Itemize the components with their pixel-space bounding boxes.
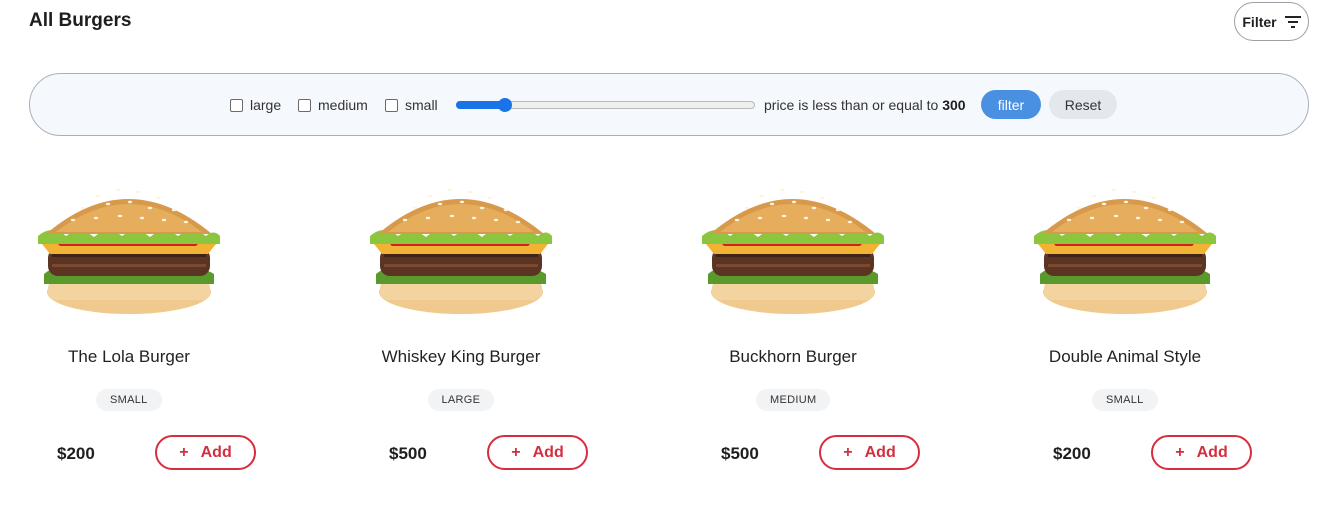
product-card: The Lola Burger SMALL $200 + Add (29, 170, 329, 480)
burger-icon (370, 174, 552, 320)
product-card: Double Animal Style SMALL $200 + Add (1025, 170, 1325, 480)
apply-filter-button[interactable]: filter (981, 90, 1041, 119)
slider-thumb[interactable] (498, 98, 512, 112)
price-slider[interactable] (456, 98, 755, 112)
add-button-label: Add (200, 443, 232, 461)
size-badge: SMALL (1092, 389, 1158, 411)
size-checkbox-medium[interactable]: medium (298, 97, 368, 113)
price-filter-label: price is less than or equal to (764, 97, 939, 113)
size-badge: SMALL (96, 389, 162, 411)
size-checkbox-large[interactable]: large (230, 97, 281, 113)
add-to-cart-button[interactable]: + Add (487, 435, 588, 470)
reset-filter-button[interactable]: Reset (1049, 90, 1117, 119)
add-to-cart-button[interactable]: + Add (155, 435, 256, 470)
price-filter-text: price is less than or equal to 300 (764, 97, 966, 113)
add-to-cart-button[interactable]: + Add (819, 435, 920, 470)
size-badge: LARGE (427, 389, 495, 411)
burger-icon (38, 174, 220, 320)
checkbox-box[interactable] (385, 98, 398, 112)
plus-icon: + (179, 443, 189, 461)
filter-toggle-button[interactable]: Filter (1234, 2, 1309, 41)
size-badge: MEDIUM (756, 389, 831, 411)
burger-icon (1034, 174, 1216, 320)
product-price: $500 (721, 444, 759, 463)
add-button-label: Add (532, 443, 564, 461)
page-title: All Burgers (29, 10, 132, 31)
product-name: Whiskey King Burger (381, 347, 541, 366)
filter-bar: large medium small price is less than or… (29, 73, 1309, 136)
checkbox-box[interactable] (298, 98, 311, 112)
checkbox-label: large (250, 97, 282, 113)
burger-icon (702, 174, 884, 320)
product-price: $200 (1053, 444, 1091, 463)
plus-icon: + (1175, 443, 1185, 461)
checkbox-label: medium (318, 97, 368, 113)
price-filter-value: 300 (942, 97, 966, 113)
size-checkbox-small[interactable]: small (385, 97, 438, 113)
checkbox-box[interactable] (230, 98, 243, 112)
product-card: Buckhorn Burger MEDIUM $500 + Add (693, 170, 993, 480)
filter-toggle-label: Filter (1242, 13, 1277, 30)
add-button-label: Add (864, 443, 896, 461)
checkbox-label: small (405, 97, 438, 113)
product-price: $500 (389, 444, 427, 463)
product-name: Buckhorn Burger (729, 347, 857, 366)
product-name: Double Animal Style (1048, 347, 1202, 366)
add-button-label: Add (1196, 443, 1228, 461)
plus-icon: + (843, 443, 853, 461)
product-card: Whiskey King Burger LARGE $500 + Add (361, 170, 661, 480)
plus-icon: + (511, 443, 521, 461)
product-price: $200 (57, 444, 95, 463)
product-name: The Lola Burger (68, 347, 190, 366)
filter-lines-icon (1284, 15, 1301, 28)
add-to-cart-button[interactable]: + Add (1151, 435, 1252, 470)
